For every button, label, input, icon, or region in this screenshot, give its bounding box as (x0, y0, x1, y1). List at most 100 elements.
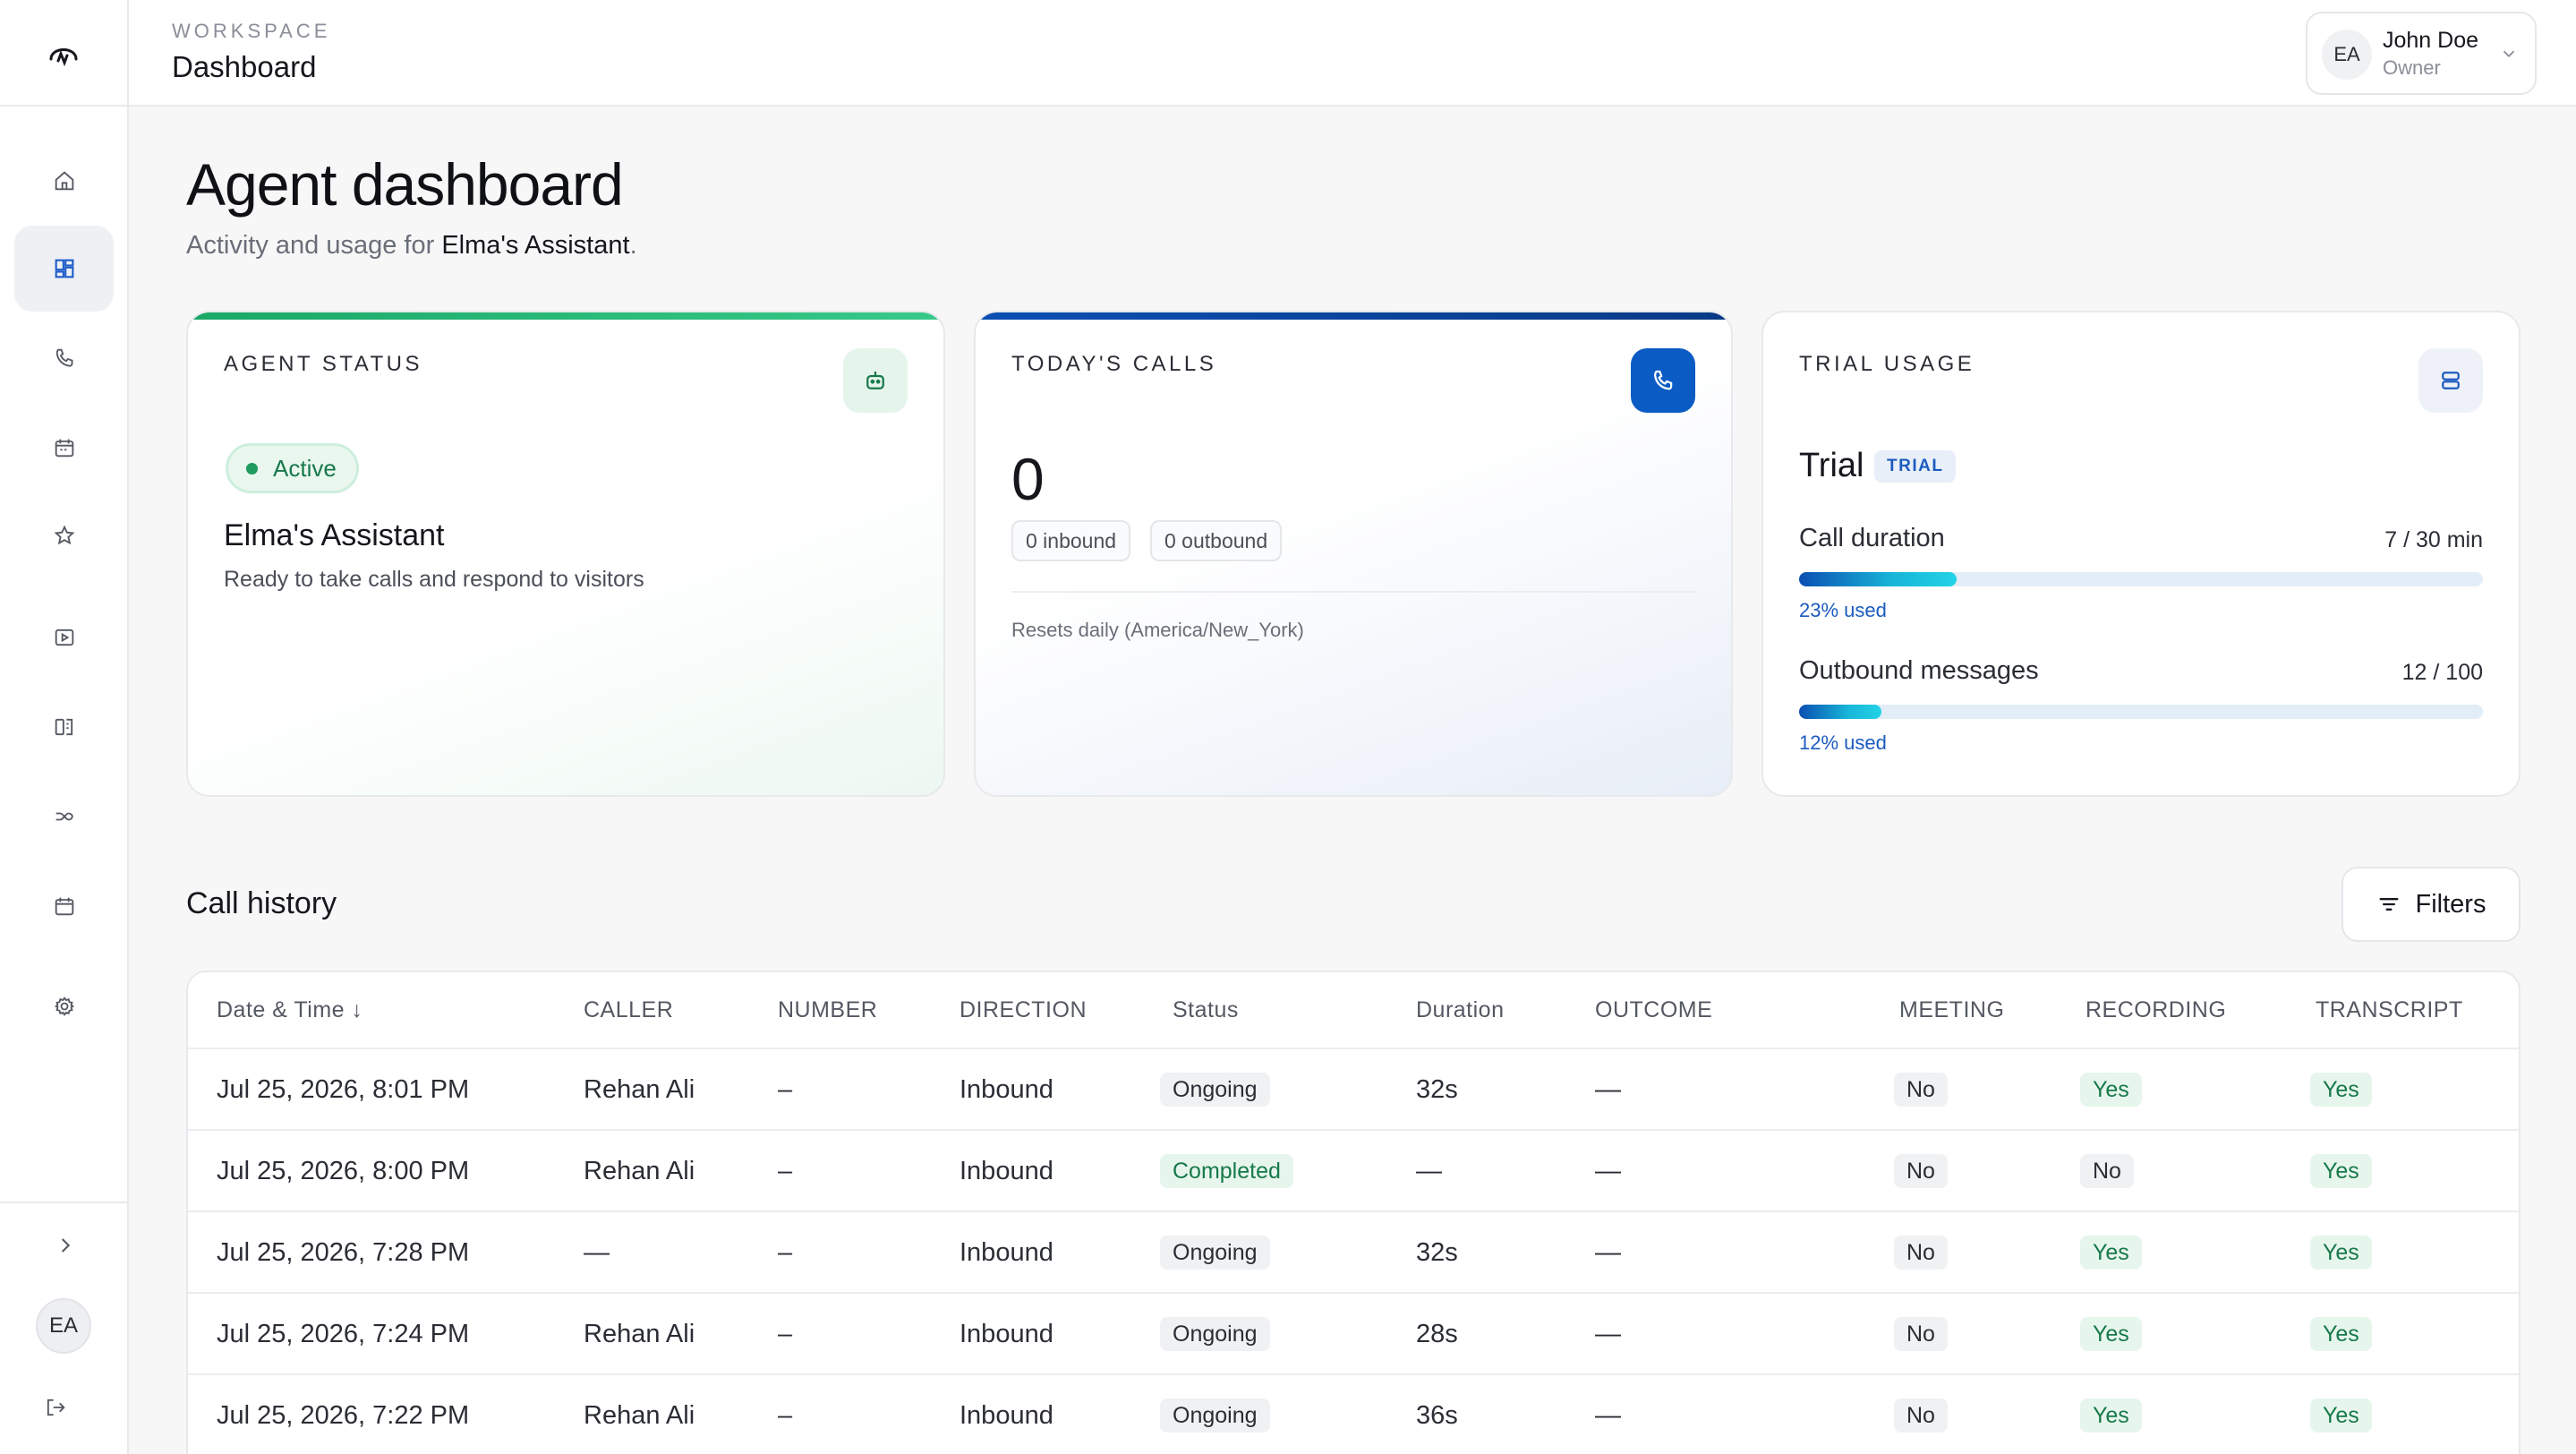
cell-outcome: — (1595, 1238, 1621, 1267)
chevron-down-icon (2503, 50, 2515, 58)
trial-usage-label: TRIAL USAGE (1799, 352, 1975, 376)
header-title: Dashboard (172, 50, 317, 83)
column-header-date[interactable]: Date & Time ↓ (217, 997, 363, 1023)
cell-direction: Inbound (960, 1320, 1053, 1348)
sidebar-item-knowledge[interactable] (14, 684, 114, 770)
cell-duration: 32s (1416, 1238, 1458, 1267)
column-header-transcript: TRANSCRIPT (2316, 997, 2463, 1022)
column-header-number: NUMBER (778, 997, 878, 1022)
agent-status-label: AGENT STATUS (224, 352, 423, 376)
agent-name: Elma's Assistant (224, 518, 445, 552)
calls-divider (1011, 591, 1695, 593)
sidebar-avatar[interactable]: EA (36, 1298, 91, 1354)
play-icon (55, 629, 73, 646)
logout-icon (47, 1398, 65, 1416)
home-icon (55, 171, 73, 191)
outbound-messages-progress-fill (1799, 705, 1881, 719)
cell-number: – (778, 1401, 793, 1430)
column-header-caller: CALLER (584, 997, 674, 1022)
calendar-alt-icon (55, 897, 73, 916)
todays-calls-accent-bar (976, 312, 1731, 320)
cell-duration: — (1416, 1157, 1442, 1185)
cell-status: Completed (1160, 1154, 1293, 1188)
column-header-recording: RECORDING (2086, 997, 2227, 1022)
agent-status-icon-box (843, 348, 908, 413)
plan-badge: TRIAL (1874, 450, 1957, 483)
agent-description: Ready to take calls and respond to visit… (224, 567, 644, 592)
cell-number: – (778, 1157, 793, 1185)
sidebar-divider (0, 1202, 127, 1203)
user-avatar: EA (2322, 30, 2372, 80)
outbound-messages-used: 12% used (1799, 731, 1887, 754)
cell-caller: — (584, 1238, 610, 1267)
table-row[interactable]: Jul 25, 2026, 7:22 PM Rehan Ali – Inbound On… (188, 1375, 2519, 1454)
cell-date: Jul 25, 2026, 7:24 PM (217, 1320, 470, 1348)
cell-outcome: — (1595, 1320, 1621, 1348)
sidebar-expand-button[interactable] (14, 1205, 114, 1286)
integrations-icon (55, 812, 73, 821)
chevron-right-icon (61, 1238, 70, 1253)
call-duration-progress (1799, 572, 2483, 586)
table-row[interactable]: Jul 25, 2026, 7:24 PM Rehan Ali – Inbound On… (188, 1294, 2519, 1375)
phone-icon (1653, 370, 1673, 390)
cell-outcome: — (1595, 1157, 1621, 1185)
sidebar-item-calls[interactable] (14, 315, 114, 401)
phone-icon (55, 348, 73, 367)
column-header-duration: Duration (1416, 997, 1505, 1022)
cell-transcript: Yes (2310, 1398, 2372, 1433)
cell-meeting: No (1894, 1073, 1948, 1107)
cell-transcript: Yes (2310, 1073, 2372, 1107)
logo-icon (49, 47, 78, 66)
cell-status: Ongoing (1160, 1317, 1270, 1351)
workspace-label: WORKSPACE (172, 20, 331, 42)
cell-meeting: No (1894, 1154, 1948, 1188)
sidebar-item-schedule[interactable] (14, 863, 114, 949)
call-history-title: Call history (186, 886, 337, 920)
cell-caller: Rehan Ali (584, 1320, 695, 1348)
filter-icon (2379, 898, 2399, 911)
cell-status: Ongoing (1160, 1398, 1270, 1433)
cell-direction: Inbound (960, 1075, 1053, 1104)
trial-usage-icon-box (2418, 348, 2483, 413)
table-row[interactable]: Jul 25, 2026, 8:01 PM Rehan Ali – Inbound On… (188, 1049, 2519, 1131)
cell-outcome: — (1595, 1075, 1621, 1104)
sidebar: EA (0, 0, 129, 1454)
cell-transcript: Yes (2310, 1154, 2372, 1188)
sidebar-item-favorites[interactable] (14, 492, 114, 578)
calendar-icon (55, 439, 73, 458)
cell-caller: Rehan Ali (584, 1157, 695, 1185)
table-row[interactable]: Jul 25, 2026, 8:00 PM Rehan Ali – Inbound Co… (188, 1131, 2519, 1212)
agent-status-accent-bar (188, 312, 943, 320)
top-header: WORKSPACE Dashboard EA John Doe Owner (129, 0, 2576, 107)
cell-date: Jul 25, 2026, 8:00 PM (217, 1157, 470, 1185)
cell-status: Ongoing (1160, 1073, 1270, 1107)
cell-meeting: No (1894, 1236, 1948, 1270)
subtitle-suffix: . (629, 231, 637, 260)
sidebar-item-dashboard[interactable] (14, 226, 114, 312)
settings-icon (54, 996, 74, 1016)
cell-status: Ongoing (1160, 1236, 1270, 1270)
table-row[interactable]: Jul 25, 2026, 7:28 PM — – Inbound Ongoing 32s… (188, 1212, 2519, 1294)
status-badge: Active (226, 443, 359, 493)
plan-name: Trial (1799, 447, 1864, 484)
todays-calls-icon-box (1631, 348, 1695, 413)
logout-button[interactable] (5, 1364, 105, 1450)
cell-duration: 32s (1416, 1075, 1458, 1104)
call-duration-label: Call duration (1799, 524, 1945, 552)
cell-recording: Yes (2080, 1317, 2142, 1351)
cell-direction: Inbound (960, 1401, 1053, 1430)
sidebar-item-calendar[interactable] (14, 405, 114, 491)
filters-button[interactable]: Filters (2341, 867, 2521, 942)
logo[interactable] (0, 0, 127, 107)
cell-meeting: No (1894, 1398, 1948, 1433)
sidebar-item-integrations[interactable] (14, 774, 114, 860)
sidebar-item-home[interactable] (14, 138, 114, 224)
page-subtitle: Activity and usage for Elma's Assistant. (186, 231, 637, 261)
sidebar-item-media[interactable] (14, 594, 114, 680)
cell-outcome: — (1595, 1401, 1621, 1430)
column-header-status: Status (1173, 997, 1239, 1022)
book-icon (55, 718, 73, 736)
user-menu[interactable]: EA John Doe Owner (2306, 12, 2537, 95)
sidebar-item-settings[interactable] (14, 963, 114, 1049)
call-duration-value: 7 / 30 min (2384, 527, 2483, 552)
